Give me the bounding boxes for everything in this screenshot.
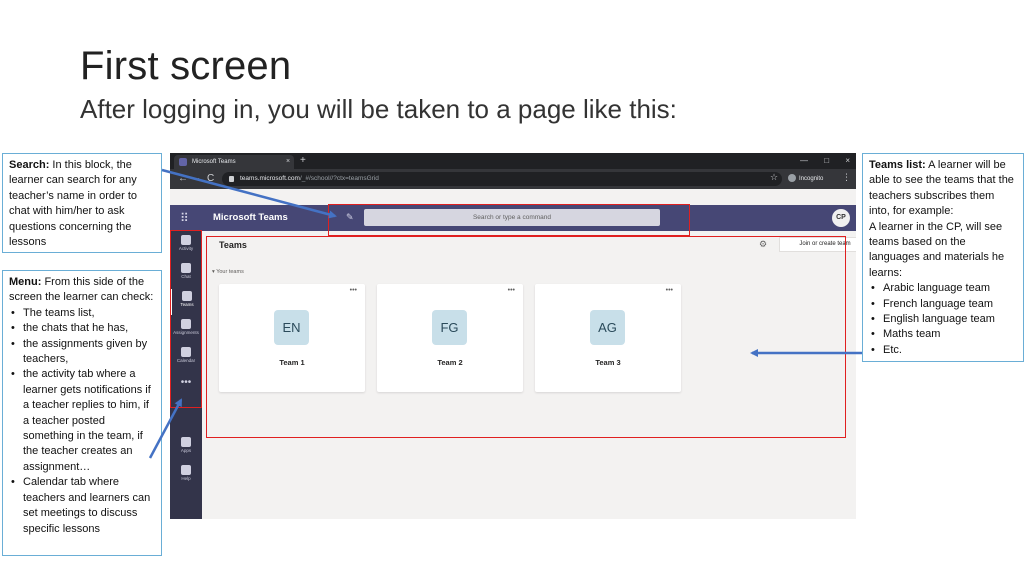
minimize-button[interactable]: —: [800, 156, 808, 165]
menu-callout-heading: Menu:: [9, 276, 42, 288]
new-tab-button[interactable]: +: [300, 155, 306, 167]
close-icon[interactable]: ×: [286, 158, 290, 166]
list-item: Calendar tab where teachers and learners…: [9, 475, 155, 537]
teams-list-callout-list: Arabic language team French language tea…: [869, 281, 1017, 358]
incognito-label: Incognito: [799, 176, 824, 182]
search-highlight-box: [328, 204, 690, 236]
rail-item-label: Help: [181, 476, 191, 481]
list-item: the assignments given by teachers,: [9, 337, 155, 368]
browser-tab-bar: Microsoft Teams × + — □ ×: [170, 153, 856, 169]
reload-button[interactable]: C: [207, 172, 214, 186]
star-icon[interactable]: ☆: [770, 172, 778, 183]
teams-list-highlight-box: [206, 236, 846, 438]
close-window-button[interactable]: ×: [845, 156, 850, 165]
url-path: /_#/school//?ctx=teamsGrid: [299, 175, 379, 182]
incognito-icon: [788, 174, 796, 183]
teams-list-callout-text2: A learner in the CP, will see teams base…: [869, 220, 1005, 279]
list-item: Etc.: [869, 343, 1017, 359]
list-item: English language team: [869, 312, 1017, 328]
rail-item-label: Apps: [180, 448, 192, 453]
help-icon: [181, 465, 191, 475]
list-item: French language team: [869, 297, 1017, 313]
menu-callout: Menu: From this side of the screen the l…: [2, 270, 162, 556]
menu-callout-list: The teams list, the chats that he has, t…: [9, 306, 155, 537]
teams-logo-icon: [179, 158, 187, 166]
rail-item-help[interactable]: Help: [170, 463, 202, 489]
list-item: the activity tab where a learner gets no…: [9, 367, 155, 475]
back-button[interactable]: ←: [178, 172, 188, 186]
incognito-badge: Incognito: [788, 173, 823, 185]
list-item: the chats that he has,: [9, 321, 155, 337]
list-item: Maths team: [869, 327, 1017, 343]
search-callout: Search: In this block, the learner can s…: [2, 153, 162, 253]
slide-title: First screen: [80, 44, 292, 88]
address-bar: ← → C teams.microsoft.com/_#/school//?ct…: [170, 169, 856, 189]
avatar[interactable]: CP: [832, 209, 850, 227]
search-callout-heading: Search:: [9, 159, 50, 171]
list-item: The teams list,: [9, 306, 155, 322]
apps-icon: [181, 437, 191, 447]
window-controls: — □ ×: [786, 154, 850, 168]
teams-list-callout: Teams list: A learner will be able to se…: [862, 153, 1024, 362]
rail-item-apps[interactable]: Apps: [170, 435, 202, 461]
browser-menu-icon[interactable]: ⋮: [842, 172, 851, 183]
list-item: Arabic language team: [869, 281, 1017, 297]
teams-list-callout-heading: Teams list:: [869, 159, 926, 171]
url-input[interactable]: teams.microsoft.com/_#/school//?ctx=team…: [222, 172, 782, 186]
slide-subtitle: After logging in, you will be taken to a…: [80, 94, 677, 124]
lock-icon: [229, 176, 234, 182]
search-callout-text: In this block, the learner can search fo…: [9, 159, 137, 249]
menu-highlight-box: [170, 230, 202, 408]
app-launcher-icon[interactable]: ⠿: [180, 211, 189, 225]
browser-tab[interactable]: Microsoft Teams ×: [174, 155, 294, 169]
browser-tab-title: Microsoft Teams: [192, 159, 236, 165]
app-name: Microsoft Teams: [213, 212, 288, 223]
url-host: teams.microsoft.com: [240, 175, 300, 182]
maximize-button[interactable]: □: [824, 156, 829, 165]
forward-button[interactable]: →: [192, 172, 202, 186]
